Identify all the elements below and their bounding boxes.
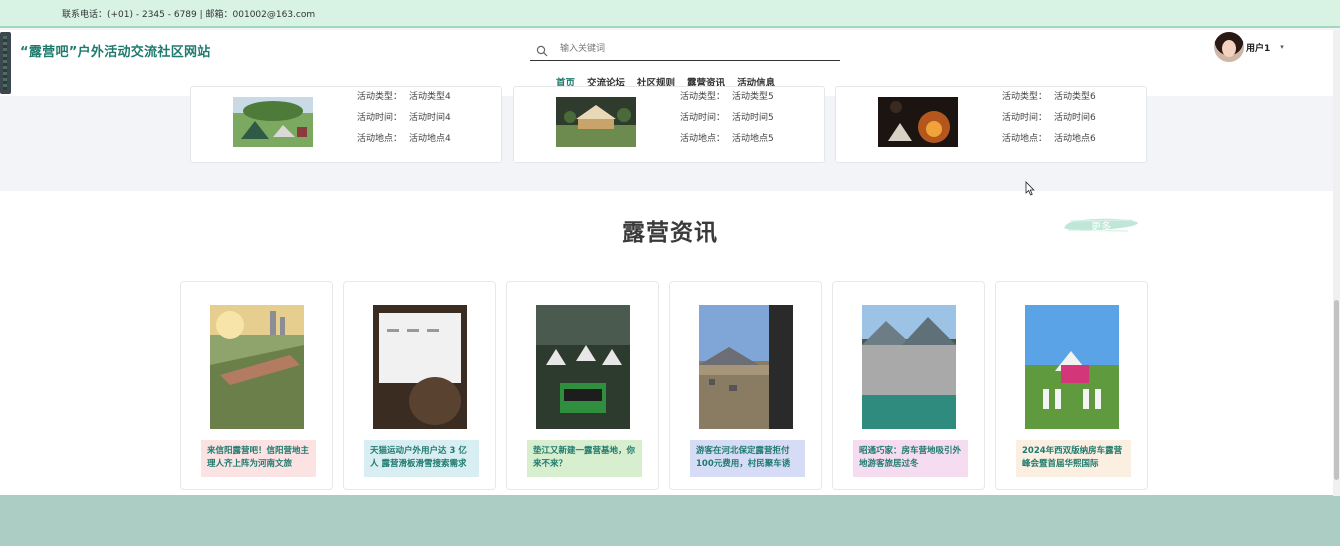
activity-card[interactable]: 活动类型： 活动类型5 活动时间： 活动时间5 活动地点： 活动地点5	[513, 86, 825, 163]
news-caption[interactable]: 游客在河北保定露营拒付100元费用，村民聚车诱	[690, 440, 805, 477]
news-image	[373, 305, 467, 429]
activity-section: 活动类型： 活动类型4 活动时间： 活动时间4 活动地点： 活动地点4 活动类型： 活动…	[0, 86, 1340, 191]
news-caption[interactable]: 天猫运动户外用户达 3 亿人 露营滑板滑雪搜索需求	[364, 440, 479, 477]
username[interactable]: 用户1	[1246, 41, 1270, 54]
activity-place: 活动地点： 活动地点4	[357, 134, 451, 144]
news-image	[1025, 305, 1119, 429]
activity-time: 活动时间： 活动时间5	[680, 113, 774, 123]
search-icon[interactable]	[536, 42, 548, 61]
news-card[interactable]: 昭通巧家：房车营地吸引外地游客旅居过冬	[832, 281, 985, 490]
scrollbar-thumb[interactable]	[1334, 300, 1339, 480]
activity-image	[878, 97, 958, 147]
activity-place: 活动地点： 活动地点6	[1002, 134, 1096, 144]
site-title[interactable]: “露营吧”户外活动交流社区网站	[20, 41, 211, 60]
contact-info: 联系电话：(+01) - 2345 - 6789 | 邮箱：001002@163…	[62, 10, 316, 20]
news-card[interactable]: 游客在河北保定露营拒付100元费用，村民聚车诱	[669, 281, 822, 490]
avatar[interactable]	[1214, 32, 1244, 62]
more-label[interactable]: 更多	[1062, 218, 1140, 233]
news-image	[862, 305, 956, 429]
news-caption[interactable]: 垫江又新建一露营基地，你来不来？	[527, 440, 642, 477]
activity-image	[556, 97, 636, 147]
search-input[interactable]	[560, 41, 830, 57]
news-image	[536, 305, 630, 429]
news-image	[210, 305, 304, 429]
more-button[interactable]: 更多	[1062, 215, 1140, 235]
user-menu[interactable]: 用户1 ▾	[1214, 32, 1284, 62]
news-card[interactable]: 天猫运动户外用户达 3 亿人 露营滑板滑雪搜索需求	[343, 281, 496, 490]
activity-place: 活动地点： 活动地点5	[680, 134, 774, 144]
contact-bar: 联系电话：(+01) - 2345 - 6789 | 邮箱：001002@163…	[0, 0, 1340, 28]
news-image	[699, 305, 793, 429]
news-caption[interactable]: 昭通巧家：房车营地吸引外地游客旅居过冬	[853, 440, 968, 477]
news-card[interactable]: 2024年西双版纳房车露营峰会暨首届华熙国际	[995, 281, 1148, 490]
activity-time: 活动时间： 活动时间6	[1002, 113, 1096, 123]
activity-type: 活动类型： 活动类型5	[680, 92, 774, 102]
search-box	[530, 38, 840, 61]
activity-time: 活动时间： 活动时间4	[357, 113, 451, 123]
chevron-down-icon[interactable]: ▾	[1280, 43, 1284, 51]
mouse-cursor-icon	[1025, 181, 1035, 196]
activity-type: 活动类型： 活动类型4	[357, 92, 451, 102]
footer	[0, 495, 1340, 546]
news-card[interactable]: 来信阳露营吧！信阳营地主理人齐上阵为河南文旅	[180, 281, 333, 490]
scrollbar[interactable]	[1333, 30, 1340, 496]
activity-image	[233, 97, 313, 147]
news-section: 露营资讯 更多 来信阳露营吧！信阳营地主理人齐上阵为河南文旅 天猫运动户外用户达…	[0, 191, 1340, 495]
news-card[interactable]: 垫江又新建一露营基地，你来不来？	[506, 281, 659, 490]
news-caption[interactable]: 来信阳露营吧！信阳营地主理人齐上阵为河南文旅	[201, 440, 316, 477]
news-caption[interactable]: 2024年西双版纳房车露营峰会暨首届华熙国际	[1016, 440, 1131, 477]
activity-card[interactable]: 活动类型： 活动类型4 活动时间： 活动时间4 活动地点： 活动地点4	[190, 86, 502, 163]
activity-type: 活动类型： 活动类型6	[1002, 92, 1096, 102]
activity-card[interactable]: 活动类型： 活动类型6 活动时间： 活动时间6 活动地点： 活动地点6	[835, 86, 1147, 163]
logo-strip	[0, 32, 11, 94]
